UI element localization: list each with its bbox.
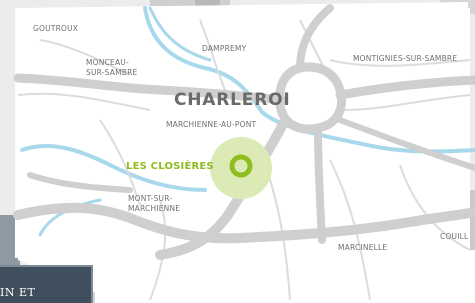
label-charleroi: CHARLEROI (174, 90, 291, 110)
site-marker[interactable] (210, 137, 272, 199)
label-les-closieres[interactable]: LES CLOSIÈRES (126, 161, 214, 172)
caption-text: IN ET (0, 286, 36, 299)
label-goutroux: GOUTROUX (33, 24, 79, 33)
label-mont-sur-2: MARCHIENNE (128, 204, 181, 213)
label-montignies: MONTIGNIES-SUR-SAMBRE (353, 54, 458, 63)
highway-south (314, 126, 326, 244)
label-couillet: COUILL (440, 232, 469, 241)
label-marcinelle: MARCINELLE (338, 243, 388, 252)
marker-halo (210, 137, 272, 199)
label-mont-sur-1: MONT-SUR- (128, 194, 173, 203)
label-monceau-2: SUR-SAMBRE (86, 68, 138, 77)
label-monceau-1: MONCEAU- (86, 58, 129, 67)
label-marchienne-au-pont: MARCHIENNE-AU-PONT (166, 120, 257, 129)
caption-box: IN ET (0, 265, 93, 303)
label-dampremy: DAMPREMY (202, 44, 247, 53)
